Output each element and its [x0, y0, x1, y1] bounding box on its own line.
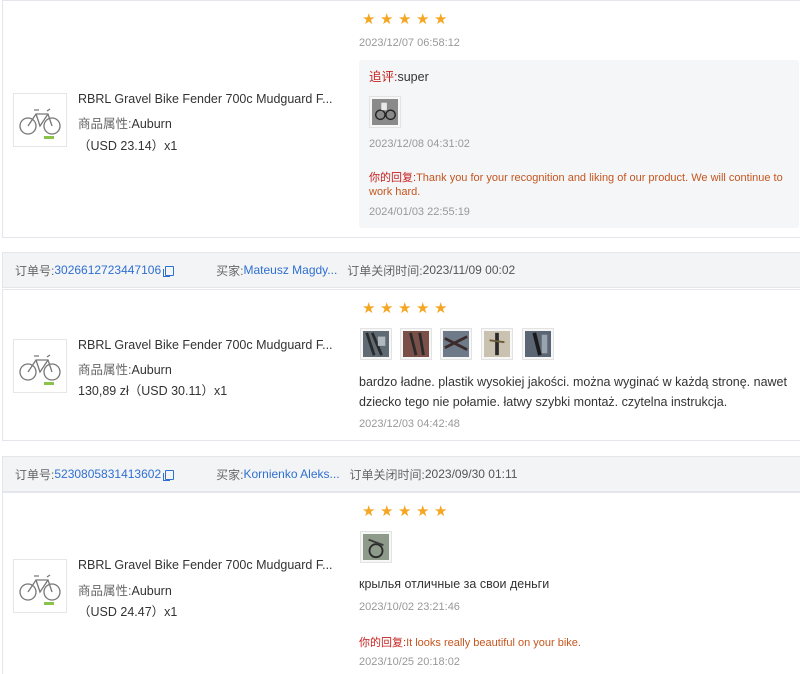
- order-number-label: 订单号:: [15, 467, 55, 482]
- star-icon: ★: [416, 503, 430, 520]
- photo-image: [443, 331, 469, 357]
- review-photo[interactable]: [369, 96, 401, 128]
- bike-image: [19, 108, 61, 139]
- star-icon: ★: [398, 11, 412, 28]
- product-attribute: 商品属性:Auburn: [78, 359, 172, 378]
- star-icon: ★: [398, 503, 412, 520]
- close-time-label: 订单关闭时间:: [347, 263, 423, 278]
- photo-image: [525, 331, 551, 357]
- order-header: 订单号: 3026612723447106 买家: Mateusz Magdy.…: [2, 252, 800, 288]
- follow-up-text: 追评:super: [369, 67, 429, 87]
- attr-value: Auburn: [131, 363, 172, 377]
- photo-image: [363, 534, 389, 560]
- order-number-link[interactable]: 5230805831413602: [54, 467, 161, 481]
- review-date: 2023/12/07 06:58:12: [359, 37, 460, 49]
- reply-date: 2023/10/25 20:18:02: [359, 656, 460, 668]
- bike-image: [19, 354, 61, 385]
- product-price: 130,89 zł（USD 30.11）x1: [78, 384, 228, 398]
- review-text: bardzo ładne. plastik wysokiej jakości. …: [359, 375, 787, 409]
- buyer-name-link[interactable]: Mateusz Magdy...: [243, 263, 337, 277]
- order-number-link[interactable]: 3026612723447106: [54, 263, 161, 277]
- reply-label: 你的回复:: [359, 637, 407, 649]
- copy-icon[interactable]: [163, 266, 175, 277]
- photo-image: [403, 331, 429, 357]
- star-icon: ★: [398, 300, 412, 317]
- photo-image: [484, 331, 510, 357]
- review-photo[interactable]: [440, 328, 472, 360]
- product-title[interactable]: RBRL Gravel Bike Fender 700c Mudguard F.…: [78, 92, 333, 106]
- reply-date: 2024/01/03 22:55:19: [369, 206, 470, 218]
- review-date: 2023/10/02 23:21:46: [359, 601, 460, 613]
- review-photo[interactable]: [360, 328, 392, 360]
- review-photo[interactable]: [400, 328, 432, 360]
- attr-value: Auburn: [131, 117, 172, 131]
- order-number-label: 订单号:: [15, 263, 55, 278]
- product-price: （USD 23.14）x1: [78, 139, 178, 153]
- rating-stars: ★ ★ ★ ★ ★: [362, 503, 448, 520]
- attr-value: Auburn: [131, 584, 172, 598]
- follow-up-content: super: [397, 70, 429, 84]
- star-icon: ★: [416, 11, 430, 28]
- photo-image: [363, 331, 389, 357]
- star-icon: ★: [362, 503, 376, 520]
- order-header: 订单号: 5230805831413602 买家: Kornienko Alek…: [2, 456, 800, 492]
- star-icon: ★: [362, 11, 376, 28]
- follow-up-date: 2023/12/08 04:31:02: [369, 138, 470, 150]
- star-icon: ★: [434, 503, 448, 520]
- buyer-label: 买家:: [216, 467, 244, 482]
- reply-label: 你的回复:: [369, 172, 417, 184]
- review-photo[interactable]: [522, 328, 554, 360]
- review-date: 2023/12/03 04:42:48: [359, 418, 460, 430]
- close-time-value: 2023/09/30 01:11: [424, 467, 518, 481]
- product-title[interactable]: RBRL Gravel Bike Fender 700c Mudguard F.…: [78, 338, 333, 352]
- product-price: （USD 24.47）x1: [78, 605, 178, 619]
- star-icon: ★: [416, 300, 430, 317]
- star-icon: ★: [362, 300, 376, 317]
- star-icon: ★: [380, 300, 394, 317]
- close-time-label: 订单关闭时间:: [349, 467, 425, 482]
- rating-stars: ★ ★ ★ ★ ★: [362, 11, 448, 28]
- review-photo[interactable]: [481, 328, 513, 360]
- star-icon: ★: [380, 11, 394, 28]
- review-text: крылья отличные за свои деньги: [359, 577, 550, 591]
- product-thumbnail[interactable]: [13, 559, 67, 613]
- copy-icon[interactable]: [163, 470, 175, 481]
- product-title[interactable]: RBRL Gravel Bike Fender 700c Mudguard F.…: [78, 558, 333, 572]
- attr-label: 商品属性:: [78, 117, 132, 131]
- star-icon: ★: [380, 503, 394, 520]
- seller-reply: 你的回复:Thank you for your recognition and …: [369, 171, 794, 199]
- product-attribute: 商品属性:Auburn: [78, 113, 172, 132]
- seller-reply: 你的回复:It looks really beautiful on your b…: [359, 636, 789, 650]
- product-thumbnail[interactable]: [13, 93, 67, 147]
- bike-image: [19, 574, 61, 605]
- rating-stars: ★ ★ ★ ★ ★: [362, 300, 448, 317]
- attr-label: 商品属性:: [78, 584, 132, 598]
- product-attribute: 商品属性:Auburn: [78, 580, 172, 599]
- buyer-name-link[interactable]: Kornienko Aleks...: [243, 467, 339, 481]
- buyer-label: 买家:: [216, 263, 244, 278]
- photo-image: [372, 99, 398, 125]
- attr-label: 商品属性:: [78, 363, 132, 377]
- close-time-value: 2023/11/09 00:02: [422, 263, 516, 277]
- reply-text: It looks really beautiful on your bike.: [406, 637, 581, 649]
- reply-text: Thank you for your recognition and likin…: [369, 172, 783, 198]
- product-thumbnail[interactable]: [13, 339, 67, 393]
- star-icon: ★: [434, 11, 448, 28]
- follow-up-label: 追评:: [369, 70, 398, 84]
- review-photo[interactable]: [360, 531, 392, 563]
- star-icon: ★: [434, 300, 448, 317]
